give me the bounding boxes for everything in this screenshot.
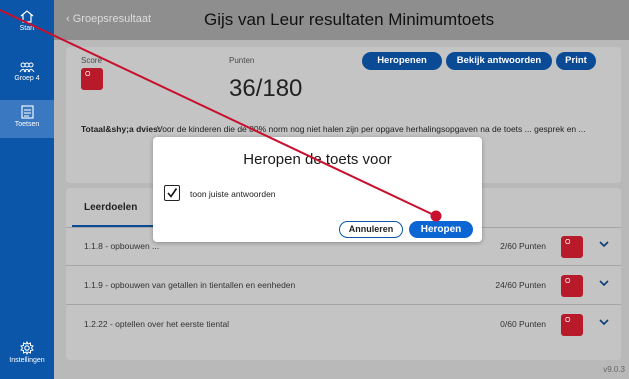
- print-button[interactable]: Print: [556, 52, 596, 70]
- advice-label: Totaal&shy;a dvies:: [81, 124, 161, 134]
- goal-row[interactable]: 1.1.9 - opbouwen van getallen in tiental…: [66, 267, 621, 305]
- points-value: 36/180: [229, 75, 303, 102]
- goal-badge: O: [561, 236, 583, 258]
- page-title: Gijs van Leur resultaten Minimumtoets: [204, 10, 495, 29]
- points-label: Punten: [229, 56, 255, 65]
- dialog-title: Heropen de toets voor: [243, 151, 392, 168]
- back-link[interactable]: ‹ Groepsresultaat: [66, 13, 151, 25]
- sidebar-item-groep[interactable]: Groep 4: [0, 62, 54, 82]
- sidebar-item-label: Groep 4: [14, 75, 40, 82]
- score-label: Score: [81, 56, 102, 65]
- goal-badge: O: [561, 275, 583, 297]
- checkmark-icon: [167, 188, 178, 198]
- goal-points: 24/60 Punten: [495, 280, 546, 290]
- goal-row[interactable]: 1.2.22 - optellen over het eerste tienta…: [66, 306, 621, 344]
- goal-points: 0/60 Punten: [500, 319, 546, 329]
- goal-badge: O: [561, 314, 583, 336]
- top-bar: ‹ Groepsresultaat Gijs van Leur resultat…: [54, 0, 629, 40]
- goal-label: 1.1.9 - opbouwen van getallen in tiental…: [84, 280, 296, 290]
- goal-label: 1.2.22 - optellen over het eerste tienta…: [84, 319, 230, 329]
- cancel-button[interactable]: Annuleren: [339, 221, 403, 238]
- sidebar-item-toetsen[interactable]: Toetsen: [0, 100, 54, 138]
- reopen-button[interactable]: Heropenen: [362, 52, 442, 70]
- version-label: v9.0.3: [603, 365, 625, 374]
- back-label: Groepsresultaat: [72, 13, 151, 25]
- show-answers-checkbox[interactable]: [164, 185, 180, 201]
- tab-leerdoelen[interactable]: Leerdoelen: [84, 202, 137, 213]
- view-answers-button[interactable]: Bekijk antwoorden: [446, 52, 552, 70]
- sidebar-item-label: Instellingen: [9, 357, 45, 364]
- chevron-left-icon: ‹: [66, 13, 73, 25]
- sidebar-item-label: Toetsen: [14, 121, 40, 128]
- home-icon: [20, 10, 34, 23]
- group-icon: [19, 62, 35, 73]
- confirm-reopen-button[interactable]: Heropen: [409, 221, 473, 238]
- sidebar-item-instellingen[interactable]: Instellingen: [0, 341, 54, 364]
- sidebar: Start Groep 4 Toetsen Instellingen: [0, 0, 54, 379]
- goal-label: 1.1.8 - opbouwen ...: [84, 241, 160, 251]
- gear-icon: [20, 341, 34, 355]
- test-icon: [20, 105, 34, 119]
- reopen-dialog: Heropen de toets voor toon juiste antwoo…: [153, 137, 482, 242]
- chevron-down-icon[interactable]: [599, 279, 609, 287]
- sidebar-item-start[interactable]: Start: [0, 10, 54, 32]
- chevron-down-icon[interactable]: [599, 240, 609, 248]
- score-badge: O: [81, 68, 103, 90]
- sidebar-item-label: Start: [19, 25, 35, 32]
- checkbox-label: toon juiste antwoorden: [190, 189, 276, 199]
- chevron-down-icon[interactable]: [599, 318, 609, 326]
- goal-points: 2/60 Punten: [500, 241, 546, 251]
